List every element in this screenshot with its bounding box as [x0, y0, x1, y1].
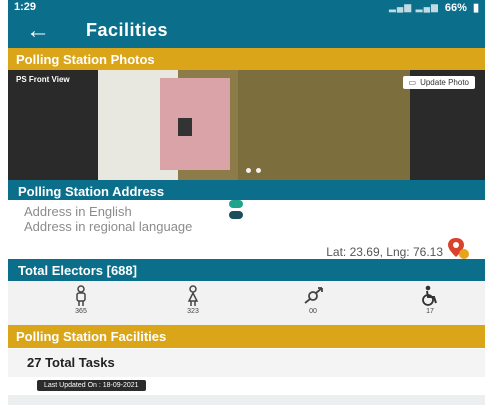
- photos-section-header: Polling Station Photos: [8, 48, 485, 70]
- status-time: 1:29: [14, 1, 37, 13]
- photo-carousel-dots[interactable]: [246, 168, 261, 173]
- stat-female-value: 323: [187, 308, 199, 315]
- polling-station-photo[interactable]: PS Front View ▭ Update Photo: [8, 70, 485, 180]
- stat-pwd: 17: [400, 285, 460, 315]
- photo-image: [98, 70, 410, 180]
- page-title: Facilities: [86, 20, 169, 40]
- address-section-header: Polling Station Address: [8, 180, 485, 200]
- language-toggle-regional[interactable]: [229, 211, 243, 219]
- signal-icon: ▂▄▆ ▂▄▆: [388, 2, 439, 12]
- lat-lng-readout: Lat: 23.69, Lng: 76.13: [326, 245, 443, 259]
- update-photo-button[interactable]: ▭ Update Photo: [402, 76, 475, 89]
- facilities-section-header: Polling Station Facilities: [8, 325, 485, 348]
- male-icon: [76, 285, 86, 306]
- status-indicators: ▂▄▆ ▂▄▆ 66% ▮: [388, 1, 479, 15]
- stat-third-gender-value: 00: [309, 308, 317, 315]
- battery-icon: ▮: [472, 2, 479, 14]
- address-regional-label[interactable]: Address in regional language: [24, 219, 192, 234]
- bottom-strip: [8, 395, 485, 405]
- photo-label: PS Front View: [16, 75, 70, 84]
- last-updated-badge: Last Updated On : 18-09-2021: [37, 380, 146, 391]
- status-bar: 1:29 ▂▄▆ ▂▄▆ 66% ▮: [8, 0, 485, 15]
- facilities-section-title: Polling Station Facilities: [16, 329, 167, 344]
- electors-section-title: Total Electors [688]: [18, 263, 137, 278]
- app-bar: ← Facilities: [8, 15, 485, 48]
- electors-section-header: Total Electors [688]: [8, 259, 485, 281]
- battery-level: 66%: [444, 1, 467, 14]
- total-tasks-label: 27 Total Tasks: [27, 355, 115, 370]
- total-tasks-row[interactable]: 27 Total Tasks: [8, 349, 485, 377]
- language-toggle-english[interactable]: [229, 200, 243, 208]
- photos-section-title: Polling Station Photos: [16, 52, 155, 67]
- stat-third-gender: 00: [283, 285, 343, 315]
- electors-stats: 365 323 00 17: [8, 281, 485, 325]
- address-english-label[interactable]: Address in English: [24, 204, 132, 219]
- third-gender-icon: [304, 287, 323, 304]
- stat-pwd-value: 17: [426, 308, 434, 315]
- female-icon: [187, 285, 199, 306]
- location-pin-icon[interactable]: [446, 237, 470, 261]
- stat-male-value: 365: [75, 308, 87, 315]
- stat-male: 365: [51, 285, 111, 315]
- camera-icon: ▭: [408, 78, 417, 87]
- stat-female: 323: [163, 285, 223, 315]
- update-photo-label: Update Photo: [420, 78, 469, 87]
- address-section-title: Polling Station Address: [18, 184, 165, 199]
- back-arrow-icon[interactable]: ←: [26, 17, 50, 45]
- pwd-icon: [422, 285, 437, 306]
